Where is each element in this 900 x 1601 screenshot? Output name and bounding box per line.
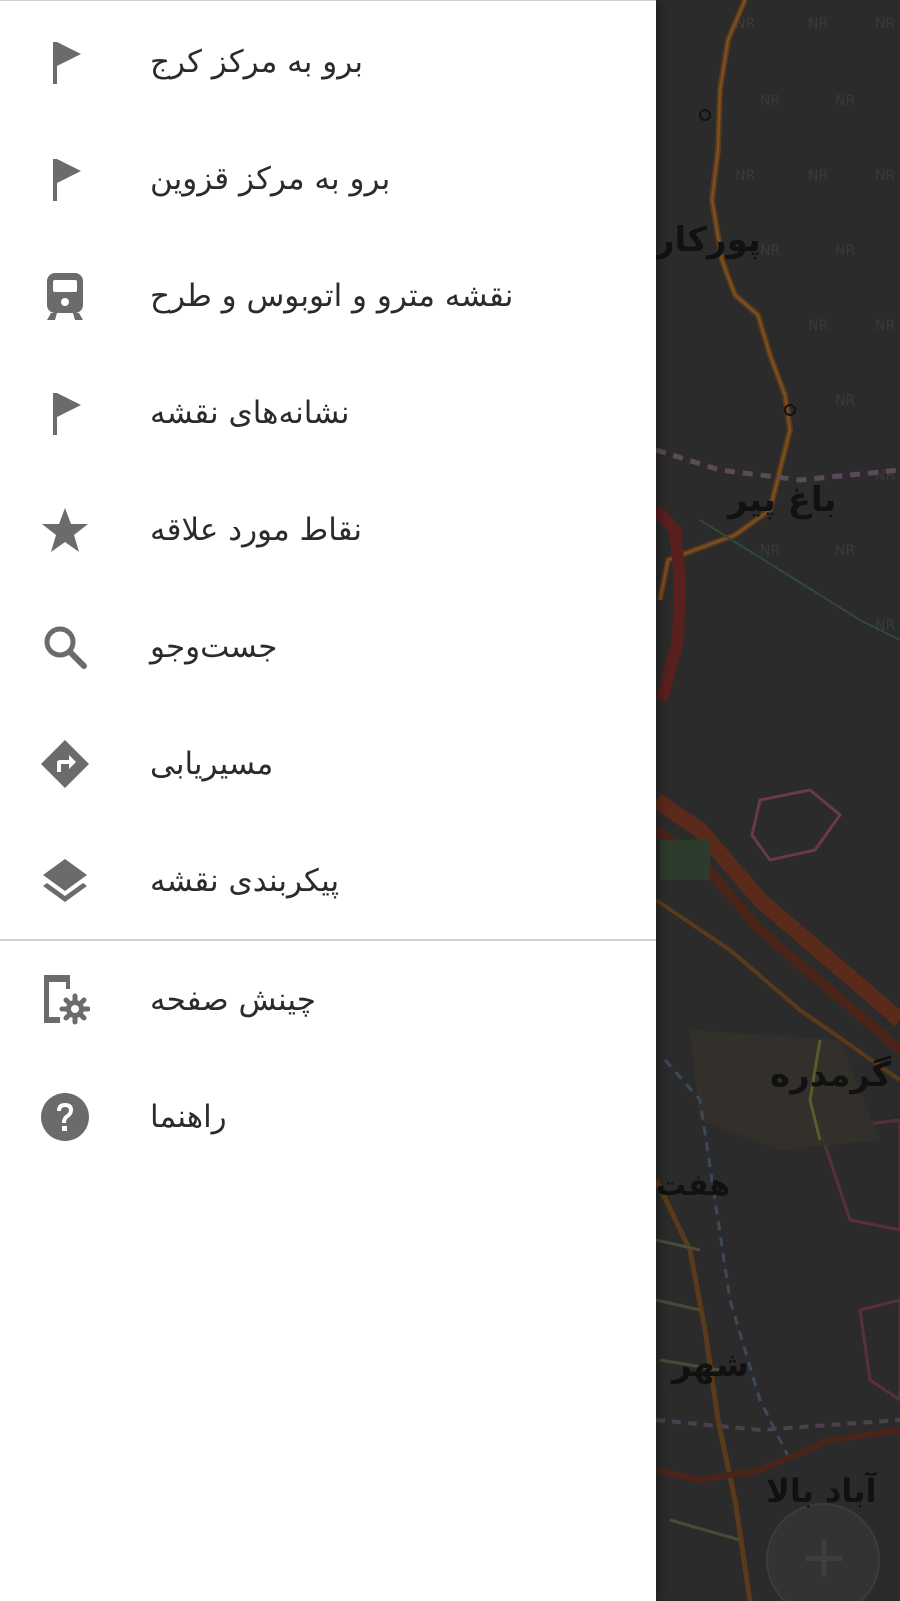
flag-icon xyxy=(38,152,92,206)
menu-item-label: برو به مرکز کرج xyxy=(150,43,363,80)
menu-item-label: مسیریابی xyxy=(150,745,274,782)
flag-icon xyxy=(38,386,92,440)
menu-item-favorites[interactable]: نقاط مورد علاقه xyxy=(0,471,656,588)
menu-item-label: نقاط مورد علاقه xyxy=(150,511,362,548)
help-icon xyxy=(38,1090,92,1144)
menu-item-label: جست‌وجو xyxy=(150,628,278,665)
menu-item-page-layout[interactable]: چینش صفحه xyxy=(0,941,656,1058)
menu-item-search[interactable]: جست‌وجو xyxy=(0,588,656,705)
menu-item-label: برو به مرکز قزوین xyxy=(150,160,391,197)
menu-item-label: پیکربندی نقشه xyxy=(150,862,340,899)
menu-item-go-to-karaj[interactable]: برو به مرکز کرج xyxy=(0,3,656,120)
drawer-secondary-section: چینش صفحه راهنما xyxy=(0,941,656,1175)
menu-item-metro-bus-map[interactable]: نقشه مترو و اتوبوس و طرح xyxy=(0,237,656,354)
menu-item-routing[interactable]: مسیریابی xyxy=(0,705,656,822)
menu-item-help[interactable]: راهنما xyxy=(0,1058,656,1175)
menu-item-go-to-qazvin[interactable]: برو به مرکز قزوین xyxy=(0,120,656,237)
device-settings-icon xyxy=(38,973,92,1027)
menu-item-map-bookmarks[interactable]: نشانه‌های نقشه xyxy=(0,354,656,471)
train-icon xyxy=(38,269,92,323)
star-icon xyxy=(38,503,92,557)
directions-icon xyxy=(38,737,92,791)
menu-item-label: نشانه‌های نقشه xyxy=(150,394,350,431)
search-icon xyxy=(38,620,92,674)
menu-item-label: راهنما xyxy=(150,1098,227,1135)
layers-icon xyxy=(38,854,92,908)
screen: NR NR NR NR NR NR NR NR NR NR NR NR NR NR NR NR … xyxy=(0,0,900,1601)
navigation-drawer: برو به مرکز کرج برو به مرکز قزوین نقشه م… xyxy=(0,0,656,1601)
menu-item-map-configuration[interactable]: پیکربندی نقشه xyxy=(0,822,656,939)
menu-item-label: چینش صفحه xyxy=(150,981,316,1018)
flag-icon xyxy=(38,35,92,89)
menu-item-label: نقشه مترو و اتوبوس و طرح xyxy=(150,277,514,314)
drawer-primary-section: برو به مرکز کرج برو به مرکز قزوین نقشه م… xyxy=(0,1,656,939)
